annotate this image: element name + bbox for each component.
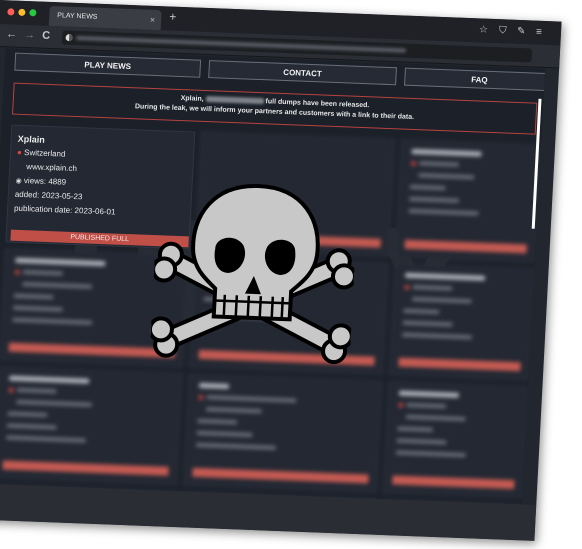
menu-icon[interactable]: ≡ — [536, 27, 542, 38]
new-tab-button[interactable]: + — [169, 10, 177, 24]
victim-publication-date: publication date: 2023-06-01 — [13, 203, 116, 217]
victim-country: Switzerland — [23, 148, 66, 159]
victim-card-blurred[interactable] — [0, 366, 183, 486]
redacted-text — [205, 96, 264, 105]
banner-victim-name: Xplain, — [180, 95, 204, 103]
bookmark-star-icon[interactable]: ☆ — [479, 24, 489, 35]
page-viewport: PLAY PLAY NEWS CONTACT FAQ Xplain, full … — [0, 48, 546, 509]
victim-added-date: added: 2023-05-23 — [14, 189, 83, 202]
menu-contact[interactable]: CONTACT — [208, 60, 397, 86]
tab-close-icon[interactable]: × — [149, 10, 156, 30]
eye-icon: ◉ — [15, 177, 22, 185]
victim-website[interactable]: www.xplain.ch — [26, 162, 77, 173]
victim-card-blurred[interactable] — [395, 139, 542, 263]
victim-card-blurred[interactable] — [388, 263, 535, 381]
victim-card-blurred[interactable] — [382, 381, 529, 499]
victim-views: views: 4889 — [23, 176, 67, 187]
reload-icon[interactable]: C — [42, 30, 51, 42]
browser-window: PLAY NEWS × + ☆ ⛉ ✎ ≡ ← → C PLAY PLAY NE… — [0, 0, 562, 541]
victim-card-blurred[interactable] — [182, 373, 383, 493]
url-text-redacted — [76, 35, 406, 53]
minimize-window-button[interactable] — [18, 8, 26, 16]
victim-name: Xplain — [17, 133, 46, 145]
close-window-button[interactable] — [7, 8, 15, 16]
extension-icon[interactable]: ✎ — [517, 26, 526, 37]
location-pin-icon: ● — [16, 147, 23, 157]
menu-play-news[interactable]: PLAY NEWS — [14, 52, 202, 78]
back-icon[interactable]: ← — [6, 28, 18, 40]
shield-icon[interactable]: ⛉ — [499, 25, 507, 36]
tab-title: PLAY NEWS — [57, 12, 98, 21]
site-info-icon[interactable] — [65, 34, 73, 42]
forward-icon[interactable]: → — [24, 29, 36, 41]
menu-faq[interactable]: FAQ — [404, 67, 546, 92]
skull-crossbones-icon — [149, 184, 357, 365]
maximize-window-button[interactable] — [29, 9, 37, 17]
